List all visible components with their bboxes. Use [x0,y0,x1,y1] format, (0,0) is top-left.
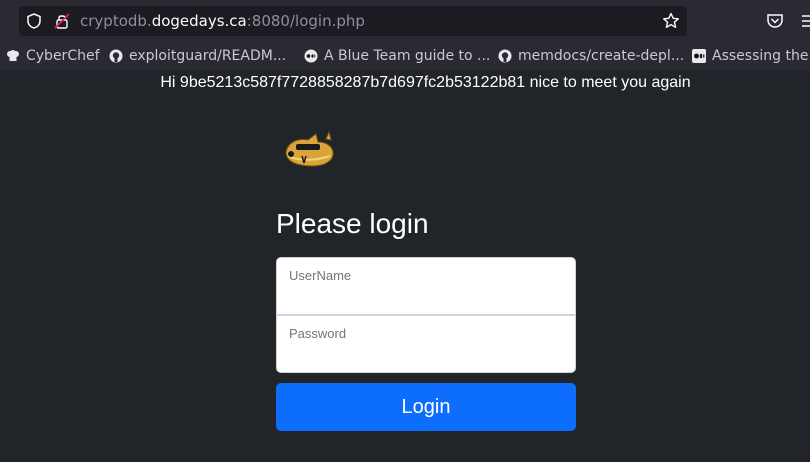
bookmarks-toolbar: CyberChef exploitguard/READM... A Blue T… [0,42,810,70]
github-icon [109,49,123,63]
bookmark-exploitguard[interactable]: exploitguard/READM... [109,46,286,66]
browser-toolbar: cryptodb.dogedays.ca:8080/login.php [0,0,810,42]
bookmark-label: CyberChef [26,48,100,64]
page-title: Please login [276,208,429,239]
bookmark-memdocs[interactable]: memdocs/create-depl... [498,46,684,66]
greeting-message: Hi 9be5213c587f7728858287b7d697fc2b53122… [160,74,691,91]
doge-logo [285,130,334,167]
medium-icon [692,49,706,63]
overflow-icon[interactable] [800,10,810,32]
bookmark-label: Assessing the e [712,48,810,64]
bookmark-label: exploitguard/READM... [129,48,287,64]
password-field[interactable]: Password [276,315,576,373]
bookmark-label: A Blue Team guide to ... [324,48,491,64]
url-bar[interactable]: cryptodb.dogedays.ca:8080/login.php [19,6,687,36]
url-path: :8080/login.php [246,12,365,30]
username-field[interactable]: UserName [276,257,576,315]
medium-icon [304,49,318,63]
url-prefix: cryptodb. [80,12,152,30]
password-placeholder: Password [289,326,347,341]
bookmark-cyberchef[interactable]: CyberChef [6,46,100,66]
github-icon [498,49,512,63]
bookmark-star-icon[interactable] [661,11,681,31]
pocket-icon[interactable] [764,10,786,32]
username-input[interactable] [289,288,559,308]
login-button[interactable]: Login [276,383,576,431]
bookmark-assessing[interactable]: Assessing the e [692,46,810,66]
insecure-lock-icon[interactable] [53,12,71,30]
url-text[interactable]: cryptodb.dogedays.ca:8080/login.php [80,12,365,30]
username-placeholder: UserName [289,268,352,283]
tracking-protection-shield-icon[interactable] [25,12,43,30]
password-input[interactable] [289,346,559,366]
bookmark-label: memdocs/create-depl... [518,48,685,64]
chef-hat-icon [7,50,19,61]
url-host: dogedays.ca [151,12,247,30]
bookmark-blue-team-guide[interactable]: A Blue Team guide to ... [304,46,490,66]
